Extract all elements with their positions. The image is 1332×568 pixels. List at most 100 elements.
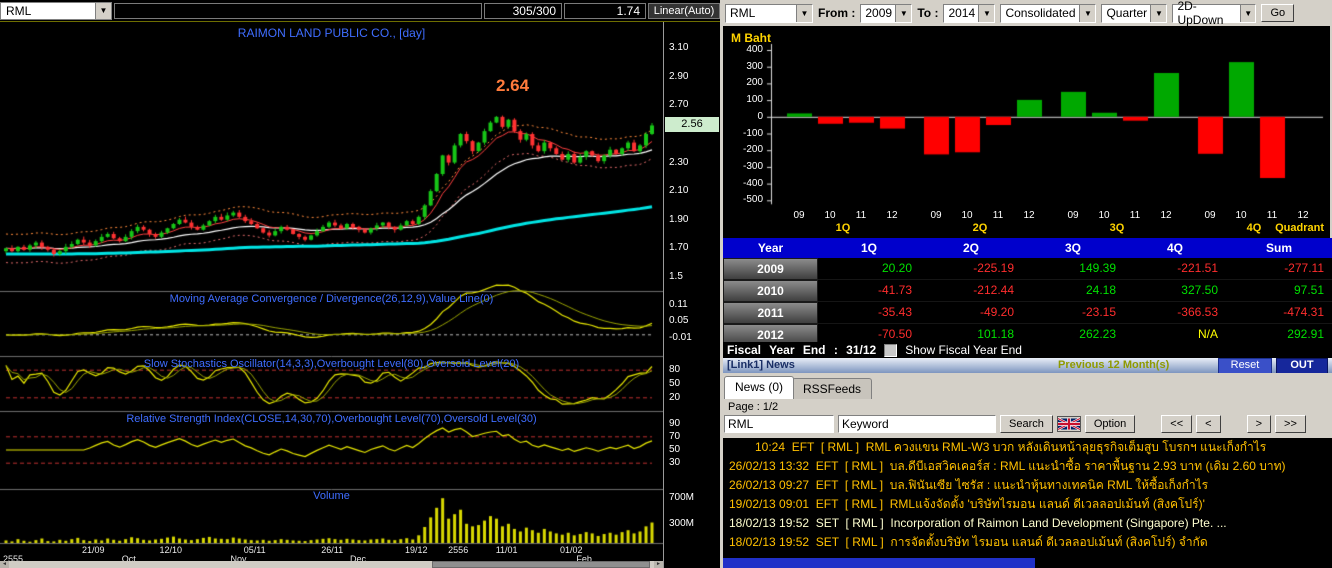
fiscal-checkbox[interactable] — [884, 343, 898, 357]
price-chart-canvas[interactable] — [0, 22, 663, 568]
go-button[interactable]: Go — [1261, 4, 1295, 22]
previous-months-label: Previous 12 Month(s) — [1058, 359, 1170, 371]
trading-app-window: { "left_toolbar": {"symbol":"RML","bid_a… — [0, 0, 1332, 568]
page-indicator: Page : 1/2 — [728, 401, 779, 413]
last-price-field: 1.74 — [564, 2, 646, 19]
bar-year-label: 09 — [930, 210, 942, 221]
symbol-select[interactable]: RML ▼ — [725, 3, 813, 23]
first-page-button[interactable]: << — [1161, 415, 1193, 433]
chart-symbol-select[interactable]: RML ▼ — [0, 1, 112, 20]
bar-y-tick-label: 0 — [757, 110, 763, 122]
quarter-results-table: Year 1Q 2Q 3Q 4Q Sum 2009 20.20 -225.19 149.39 -22… — [723, 238, 1332, 346]
from-year-select[interactable]: 2009 ▼ — [860, 3, 913, 23]
bar-year-label: 09 — [793, 210, 805, 221]
table-header-cell: Year — [723, 238, 818, 258]
table-value-cell: -366.53 — [1124, 302, 1226, 324]
view-value: 2D-UpDown — [1177, 0, 1224, 27]
tab-news[interactable]: News (0) — [724, 376, 795, 399]
language-flag-icon[interactable] — [1056, 416, 1081, 432]
option-button[interactable]: Option — [1084, 415, 1136, 433]
bar-year-label: 10 — [1235, 210, 1247, 221]
table-header-cell: Sum — [1226, 238, 1332, 258]
bar-year-label: 11 — [855, 210, 867, 221]
y-tick-label: 1.90 — [669, 213, 689, 225]
y-tick-label: 300M — [669, 517, 695, 529]
consolidated-select[interactable]: Consolidated ▼ — [1000, 3, 1097, 23]
table-header-cell: 1Q — [818, 238, 920, 258]
quarter-label: 3Q — [1109, 222, 1125, 234]
horizontal-scrollbar[interactable]: ◄ ► — [0, 561, 663, 568]
table-value-cell: -41.73 — [818, 280, 920, 302]
dropdown-arrow-icon[interactable]: ▼ — [1240, 4, 1256, 22]
table-value-cell: -277.11 — [1226, 258, 1332, 280]
bar-year-label: 10 — [1098, 210, 1110, 221]
search-button[interactable]: Search — [1000, 415, 1053, 433]
y-tick-label: 70 — [669, 430, 681, 442]
bar-year-label: 11 — [1266, 210, 1278, 221]
dropdown-arrow-icon[interactable]: ▼ — [796, 4, 812, 22]
current-price-badge: 2.56 — [665, 117, 719, 133]
table-value-cell: -225.19 — [920, 258, 1022, 280]
consolidated-value: Consolidated — [1005, 6, 1076, 20]
y-tick-label: 2.90 — [669, 70, 689, 82]
news-list: 10:24 EFT [ RML ] RML ควงแขน RML-W3 บวก … — [723, 438, 1332, 568]
keyword-input[interactable] — [838, 415, 996, 433]
y-tick-label: 3.10 — [669, 42, 689, 54]
bar-y-tick-label: -300 — [742, 160, 763, 172]
scroll-right-icon[interactable]: ► — [654, 561, 663, 568]
bar-y-tick-label: 100 — [746, 94, 763, 106]
news-item[interactable]: 26/02/13 09:27 EFT [ RML ] บล.ฟินันเซีย … — [723, 476, 1332, 495]
dropdown-arrow-icon[interactable]: ▼ — [95, 2, 111, 19]
y-tick-label: 2.70 — [669, 99, 689, 111]
news-link-bar: [Link1] News Previous 12 Month(s) Reset … — [723, 358, 1332, 375]
dropdown-arrow-icon[interactable]: ▼ — [978, 4, 995, 22]
bar-year-label: 10 — [824, 210, 836, 221]
table-value-cell: 97.51 — [1226, 280, 1332, 302]
table-header-cell: 4Q — [1124, 238, 1226, 258]
news-selected-row[interactable] — [723, 558, 1035, 568]
table-value-cell: 24.18 — [1022, 280, 1124, 302]
table-value-cell: 149.39 — [1022, 258, 1124, 280]
scale-mode-button[interactable]: Linear(Auto) — [648, 2, 720, 19]
to-year-select[interactable]: 2014 ▼ — [943, 3, 996, 23]
bar-year-label: 09 — [1067, 210, 1079, 221]
to-year-value: 2014 — [948, 6, 976, 20]
bar-year-label: 09 — [1204, 210, 1216, 221]
news-item[interactable]: 18/02/13 19:52 SET [ RML ] Incorporation… — [723, 514, 1332, 533]
scrollbar-thumb[interactable] — [432, 561, 650, 568]
last-page-button[interactable]: >> — [1275, 415, 1306, 433]
prev-page-button[interactable]: < — [1196, 415, 1221, 433]
dropdown-arrow-icon[interactable]: ▼ — [1150, 4, 1167, 22]
chart-unit-label: M Baht — [731, 31, 771, 45]
view-select[interactable]: 2D-UpDown ▼ — [1172, 0, 1257, 27]
table-year-cell: 2009 — [723, 258, 818, 280]
symbol-value: RML — [730, 6, 756, 20]
bar-year-label: 12 — [1160, 210, 1172, 221]
news-item[interactable]: 18/02/13 19:52 SET [ RML ] การจัดตั้งบริ… — [723, 533, 1332, 552]
scroll-left-icon[interactable]: ◄ — [0, 561, 9, 568]
quadrant-label: Quadrant — [1275, 222, 1324, 234]
period-select[interactable]: Quarter ▼ — [1101, 3, 1168, 23]
table-header-cell: 2Q — [920, 238, 1022, 258]
next-page-button[interactable]: > — [1246, 415, 1272, 433]
fundamental-panel: RML ▼ From : 2009 ▼ To : 2014 ▼ Consolid… — [720, 0, 1332, 568]
dropdown-arrow-icon[interactable]: ▼ — [895, 4, 912, 22]
tab-rssfeeds[interactable]: RSSFeeds — [792, 378, 873, 399]
from-year-value: 2009 — [865, 6, 893, 20]
table-value-cell: -474.31 — [1226, 302, 1332, 324]
dropdown-arrow-icon[interactable]: ▼ — [1079, 4, 1096, 22]
bar-year-label: 12 — [1297, 210, 1309, 221]
table-value-cell: 327.50 — [1124, 280, 1226, 302]
fiscal-checkbox-label: Show Fiscal Year End — [905, 343, 1022, 357]
news-item[interactable]: 10:24 EFT [ RML ] RML ควงแขน RML-W3 บวก … — [723, 438, 1332, 457]
symbol-input[interactable] — [724, 415, 834, 433]
bar-y-tick-label: 200 — [746, 77, 763, 89]
news-item[interactable]: 26/02/13 13:32 EFT [ RML ] บล.ดีบีเอสวิค… — [723, 457, 1332, 476]
y-tick-label: 20 — [669, 391, 681, 403]
table-value-cell: -23.15 — [1022, 302, 1124, 324]
news-search-row: Search Option << < > >> — [724, 415, 1306, 433]
news-item[interactable]: 19/02/13 09:01 EFT [ RML ] RMLแจ้งจัดตั้… — [723, 495, 1332, 514]
quarter-bar-chart-canvas[interactable] — [723, 26, 1330, 238]
quarter-toolbar: RML ▼ From : 2009 ▼ To : 2014 ▼ Consolid… — [720, 0, 1332, 27]
bar-y-tick-label: 400 — [746, 44, 763, 55]
